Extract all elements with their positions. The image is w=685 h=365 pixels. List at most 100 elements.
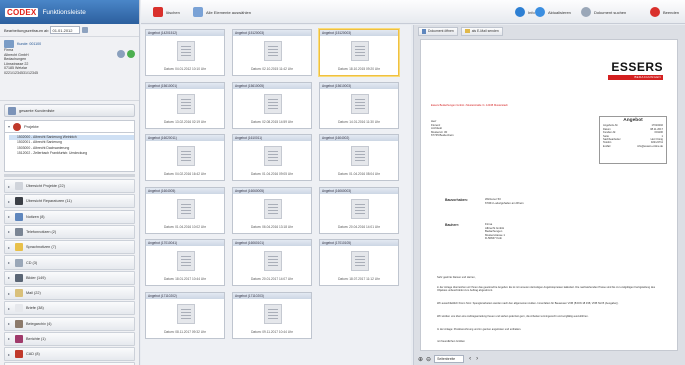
category-item[interactable]: ▸ Übersicht Projekte (22) (4, 179, 135, 194)
document-title: Angebot (17010105) (320, 240, 398, 246)
zoom-out-icon[interactable]: ⊖ (426, 356, 431, 363)
category-item[interactable]: ▸ Telefonnotizen (2) (4, 224, 135, 240)
customer-card: Kunde: 001100 Firma Albrecht GmbH Bedach… (0, 37, 139, 101)
expand-icon[interactable]: ▸ (8, 184, 12, 189)
category-icon (15, 319, 23, 328)
document-date: Datum: 14.01.2016 11:30 Uhr (338, 119, 380, 124)
customer-label: Kunde: 001100 (17, 41, 42, 46)
document-grid: Angebot (14201512) Datum: 04.01.2012 10:1… (141, 25, 411, 365)
select-all-icon (193, 7, 203, 17)
category-item[interactable]: ▸ CAD (8) (4, 347, 135, 362)
document-card[interactable]: Angebot (17110202) Datum: 08.11.2017 09:3… (145, 291, 225, 339)
document-card[interactable]: Angebot (16020011) Datum: 04.02.2016 16:4… (145, 134, 225, 181)
info-button[interactable]: Info (515, 7, 535, 17)
select-all-button[interactable]: Alle Elemente auswählen (193, 7, 251, 17)
category-item[interactable]: ▸ Briefe (38) (4, 301, 135, 316)
send-mail-button[interactable]: als E-Mail senden (460, 26, 503, 36)
document-thumbnail-icon (351, 146, 369, 166)
delete-button[interactable]: löschen (153, 7, 180, 17)
category-item[interactable]: ▸ Übersicht Reparaturen (11) (4, 194, 135, 209)
power-icon (650, 7, 660, 17)
document-card[interactable]: Angebot (16060101) Datum: 20.01.2017 14:0… (232, 239, 312, 286)
refresh-customer-icon[interactable] (127, 50, 135, 58)
document-card[interactable]: Angebot (1604005) Datum: 01.04.2016 10:02… (145, 186, 225, 234)
document-card[interactable]: Angebot (15120003) Datum: 02.10.2015 11:4… (232, 29, 312, 76)
document-page: ESSERS BEDACHUNGEN Essers Bedachungen Gm… (420, 39, 678, 351)
expand-icon[interactable]: ▸ (8, 275, 12, 280)
next-page-icon[interactable]: › (476, 356, 478, 362)
sender-line: Essers Bedachungen GmbH • Musterstraße 3… (431, 104, 508, 107)
toolbar: löschen Alle Elemente auswählen Info Akt… (141, 0, 685, 24)
closing: mit freundlichen Grüßen (437, 340, 465, 343)
date-input[interactable]: 01.01.2012 (50, 26, 81, 34)
exit-button[interactable]: Beenden (650, 7, 679, 17)
document-card[interactable]: Angebot (16060005) Datum: 06.04.2016 13:1… (232, 186, 312, 234)
customer-list-button[interactable]: gesamte Kundenliste (4, 104, 135, 117)
document-date: Datum: 04.02.2016 16:42 Uhr (164, 172, 206, 176)
sidebar: CODEX Funktionsleiste Bearbeitungszeitra… (0, 0, 140, 365)
expand-icon[interactable]: ▸ (8, 245, 12, 250)
expand-icon[interactable]: ▸ (8, 306, 12, 311)
category-item[interactable]: ▸ Sprachnotizen (7) (4, 240, 135, 255)
category-item[interactable]: ▸ CD (3) (4, 255, 135, 270)
expand-icon[interactable]: ▸ (8, 229, 12, 234)
document-card[interactable]: Angebot (15610003) Datum: 14.01.2016 11:3… (319, 81, 399, 129)
customer-line: 0221/1234531/12345 (4, 70, 38, 75)
expand-icon[interactable]: ▸ (8, 214, 12, 219)
category-item[interactable]: ▸ Berichte (1) (4, 331, 135, 346)
search-icon (581, 7, 591, 17)
expand-icon[interactable]: ▸ (8, 336, 12, 341)
send-mail-label: als E-Mail senden (471, 29, 499, 33)
previous-page-icon[interactable]: ‹ (469, 356, 471, 362)
document-thumbnail-icon (264, 251, 282, 271)
document-card[interactable]: Angebot (15610005) Datum: 02.08.2015 14:5… (232, 81, 312, 129)
expand-icon[interactable]: ▸ (8, 199, 12, 204)
document-card[interactable]: Angebot (1604002) Datum: 01.04.2016 08:04… (319, 134, 399, 181)
bauvorhaben-label: Bauvorhaben: (445, 198, 468, 202)
projects-list: 1502000 - Albrecht Sanierung Weinbich 15… (4, 132, 135, 172)
category-label: Briefe (38) (26, 306, 44, 311)
select-all-label: Alle Elemente auswählen (206, 9, 251, 15)
expand-icon[interactable]: ▸ (8, 321, 12, 326)
zoom-in-icon[interactable]: ⊕ (418, 356, 423, 363)
collapse-icon[interactable]: ▾ (8, 124, 10, 129)
category-label: Notizen (8) (26, 214, 45, 219)
zoom-select[interactable]: Seitenbreite (434, 355, 465, 363)
expand-icon[interactable]: ▸ (8, 352, 12, 357)
date-label: Bearbeitungszeitraum ab (4, 27, 49, 33)
document-title: Angebot (16060101) (233, 240, 311, 246)
category-icon (15, 197, 23, 206)
document-card[interactable]: Angebot (17010105) Datum: 18.07.2017 11:1… (319, 239, 399, 286)
document-title: Angebot (17010041) (146, 240, 224, 246)
search-customer-icon[interactable] (117, 50, 125, 58)
category-label: Übersicht Reparaturen (11) (26, 199, 72, 204)
document-card[interactable]: Angebot (17110203) Datum: 09.11.2017 10:4… (232, 291, 312, 339)
search-document-button[interactable]: Dokument suchen (581, 7, 626, 17)
document-card[interactable]: Angebot (14201512) Datum: 04.01.2012 10:1… (145, 29, 225, 76)
expand-icon[interactable]: ▸ (8, 291, 12, 296)
customer-icon (4, 40, 14, 48)
category-item[interactable]: ▸ Notizen (8) (4, 209, 135, 224)
body-paragraph: In der Anlage: Preisberechnung und im ga… (437, 328, 522, 331)
document-date: Datum: 18.07.2017 11:12 Uhr (338, 277, 380, 281)
category-item[interactable]: ▸ Bilder (149) (4, 270, 135, 285)
refresh-button[interactable]: Aktualisieren (535, 7, 571, 17)
document-card[interactable]: Angebot (17010041) Datum: 18.01.2017 10:4… (145, 239, 225, 286)
document-card[interactable]: Angebot (15120003) Datum: 18.10.2015 09:2… (319, 29, 399, 76)
splitter[interactable] (4, 174, 135, 177)
category-item[interactable]: ▸ Belegarchiv (4) (4, 316, 135, 331)
expand-icon[interactable]: ▸ (8, 260, 12, 265)
calendar-icon[interactable] (82, 27, 89, 33)
open-document-button[interactable]: Dokument öffnen (418, 26, 458, 36)
category-label: Übersicht Projekte (22) (26, 184, 65, 189)
document-title: Angebot (17110202) (146, 292, 224, 299)
list-item[interactable]: 1512002 - Zellerbach Frankfurtstr. Umdec… (17, 151, 134, 156)
document-thumbnail-icon (177, 146, 195, 166)
document-card[interactable]: Angebot (16060003) Datum: 20.04.2016 14:0… (319, 186, 399, 234)
refresh-icon (535, 7, 545, 17)
projects-header[interactable]: ▾ Projekte (4, 120, 135, 132)
document-card[interactable]: Angebot (1610011) Datum: 01.04.2016 09:05… (232, 134, 312, 181)
document-card[interactable]: Angebot (15610001) Datum: 13.02.2016 02:1… (145, 81, 225, 129)
category-item[interactable]: ▸ Mail (22) (4, 285, 135, 301)
document-title: Angebot (16060003) (320, 187, 398, 194)
